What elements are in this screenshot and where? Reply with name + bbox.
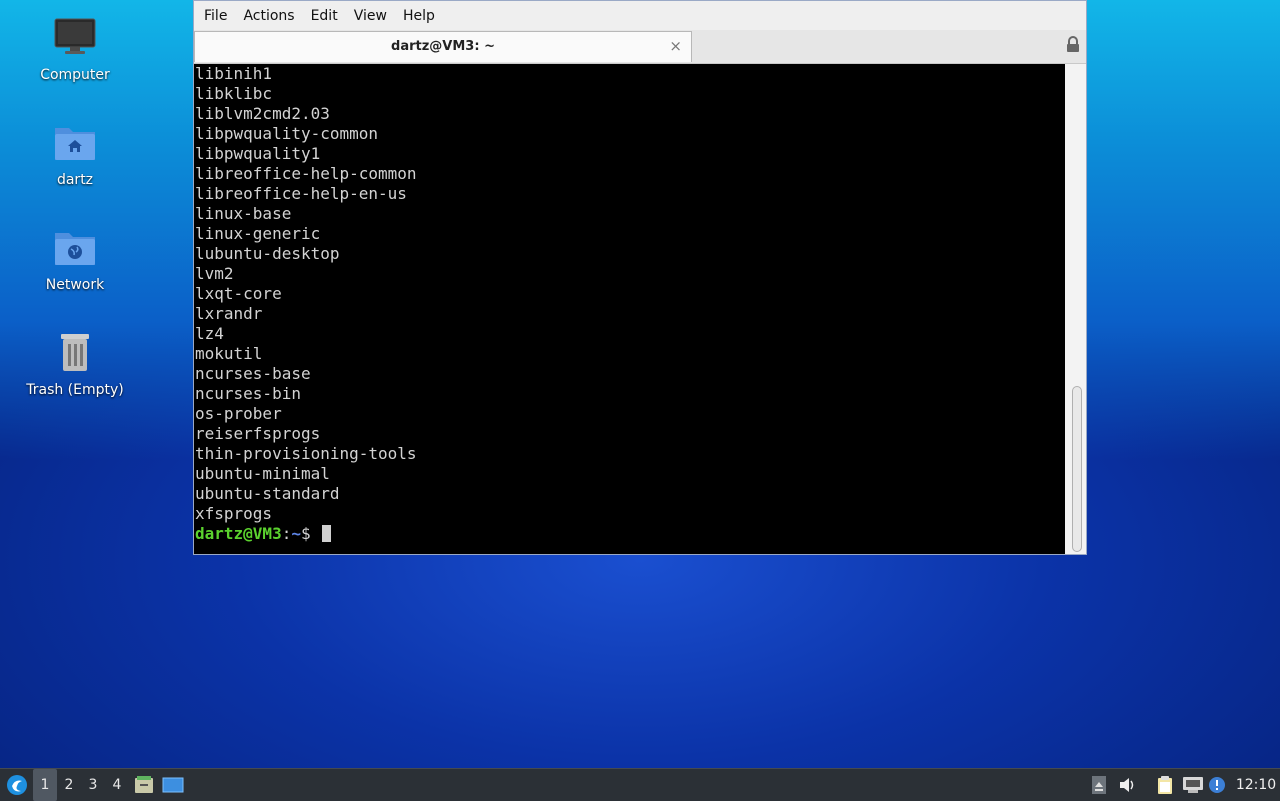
desktop-icon-trash[interactable]: Trash (Empty)	[20, 332, 130, 398]
file-manager-icon	[135, 776, 153, 793]
terminal-line: lvm2	[195, 264, 234, 283]
scrollbar-thumb[interactable]	[1072, 386, 1082, 552]
terminal-line: thin-provisioning-tools	[195, 444, 417, 463]
terminal-line: ncurses-bin	[195, 384, 301, 403]
desktop-icon-label: Network	[45, 277, 105, 293]
prompt-user: dartz@VM3	[195, 524, 282, 543]
terminal-line: libreoffice-help-en-us	[195, 184, 407, 203]
file-manager-launcher[interactable]	[132, 769, 156, 801]
terminal-line: xfsprogs	[195, 504, 273, 523]
menu-file[interactable]: File	[196, 8, 235, 24]
menubar: File Actions Edit View Help	[194, 1, 1086, 30]
terminal-line: reiserfsprogs	[195, 424, 321, 443]
terminal-line: lz4	[195, 324, 224, 343]
volume-icon	[1120, 778, 1134, 792]
terminal-line: ncurses-base	[195, 364, 311, 383]
update-notification-icon	[1209, 777, 1225, 793]
workspace-3-button[interactable]: 3	[81, 769, 105, 801]
clock[interactable]: 12:10	[1234, 769, 1278, 801]
text-cursor	[322, 525, 332, 542]
tab-title: dartz@VM3: ~	[391, 39, 495, 54]
desktop-icon-network[interactable]: Network	[20, 227, 130, 293]
desktop-icon-computer[interactable]: Computer	[20, 17, 130, 83]
desktop-icon	[162, 777, 184, 793]
tab-terminal[interactable]: dartz@VM3: ~ ×	[194, 31, 692, 62]
terminal-line: liblvm2cmd2.03	[195, 104, 330, 123]
terminal-line: libpwquality-common	[195, 124, 379, 143]
network-folder-icon	[20, 227, 130, 271]
prompt-symbol: $	[300, 524, 321, 543]
terminal-line: lubuntu-desktop	[195, 244, 340, 263]
tray-expand-button[interactable]	[1089, 769, 1109, 801]
tab-bar: dartz@VM3: ~ ×	[194, 30, 1086, 64]
taskbar: 1 2 3 4 12:10	[0, 768, 1280, 801]
terminal-line: ubuntu-standard	[195, 484, 340, 503]
start-menu-button[interactable]	[2, 769, 32, 801]
workspace-2-button[interactable]: 2	[57, 769, 81, 801]
lock-icon[interactable]	[1066, 36, 1080, 57]
terminal-line: os-prober	[195, 404, 282, 423]
terminal-line: libpwquality1	[195, 144, 321, 163]
workspace-4-button[interactable]: 4	[105, 769, 129, 801]
terminal-scrollbar[interactable]	[1065, 64, 1086, 554]
menu-actions[interactable]: Actions	[235, 8, 302, 24]
network-status-button[interactable]	[1181, 769, 1205, 801]
desktop-icon-home[interactable]: dartz	[20, 122, 130, 188]
close-tab-icon[interactable]: ×	[669, 37, 682, 55]
terminal-window: File Actions Edit View Help dartz@VM3: ~…	[193, 0, 1087, 555]
desktop-icon-label: Trash (Empty)	[26, 382, 124, 398]
tray-arrow-icon	[1092, 776, 1106, 794]
terminal-line: linux-generic	[195, 224, 321, 243]
terminal-line: libklibc	[195, 84, 273, 103]
terminal-output[interactable]: libinih1 libklibc liblvm2cmd2.03 libpwquali…	[194, 64, 1065, 554]
desktop-icon-label: dartz	[56, 172, 94, 188]
terminal-line: libreoffice-help-common	[195, 164, 417, 183]
lubuntu-logo-icon	[7, 775, 27, 795]
menu-edit[interactable]: Edit	[303, 8, 346, 24]
terminal-line: libinih1	[195, 64, 273, 83]
menu-help[interactable]: Help	[395, 8, 443, 24]
network-wired-icon	[1183, 777, 1203, 793]
home-folder-icon	[20, 122, 130, 166]
volume-button[interactable]	[1116, 769, 1138, 801]
terminal-line: mokutil	[195, 344, 263, 363]
show-desktop-button[interactable]	[160, 769, 186, 801]
terminal-prompt: dartz@VM3:~$	[194, 524, 1065, 544]
clipboard-icon	[1158, 776, 1172, 794]
prompt-separator: :	[281, 524, 292, 543]
terminal-line: lxqt-core	[195, 284, 282, 303]
prompt-path: ~	[291, 524, 301, 543]
terminal-line: ubuntu-minimal	[195, 464, 330, 483]
terminal-line: lxrandr	[195, 304, 263, 323]
clipboard-button[interactable]	[1154, 769, 1176, 801]
terminal-line: linux-base	[195, 204, 292, 223]
computer-icon	[20, 17, 130, 61]
desktop-icon-label: Computer	[40, 67, 110, 83]
workspace-1-button[interactable]: 1	[33, 769, 57, 801]
update-notifier-button[interactable]	[1207, 769, 1227, 801]
trash-icon	[20, 332, 130, 376]
menu-view[interactable]: View	[346, 8, 395, 24]
